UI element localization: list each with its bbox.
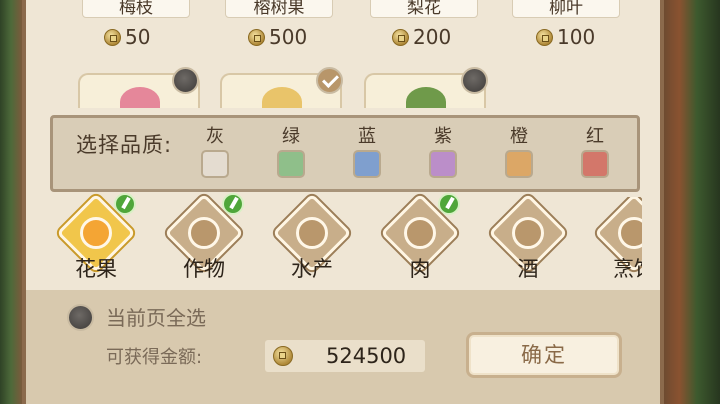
category-label: 作物 xyxy=(183,257,225,281)
price-value: 50 xyxy=(125,25,151,49)
coin-icon xyxy=(248,28,265,46)
item-price: 500 xyxy=(248,25,307,49)
item-select-toggle-checked[interactable] xyxy=(316,67,343,94)
item-price: 200 xyxy=(392,25,451,49)
category-label: 水产 xyxy=(291,257,333,281)
leaf-badge-icon xyxy=(114,193,136,215)
gold-value: 524500 xyxy=(326,344,407,368)
meat-icon xyxy=(404,217,436,249)
category-label: 花果 xyxy=(75,257,117,281)
quality-name: 橙 xyxy=(510,126,528,147)
background-scenery-right xyxy=(662,0,720,404)
select-all-label[interactable]: 当前页全选 xyxy=(106,304,206,332)
category-tab-fruit[interactable]: 花果 xyxy=(50,193,142,287)
confirm-button[interactable]: 确定 xyxy=(466,332,622,378)
item-name-card: 柳叶 xyxy=(512,0,620,18)
quality-grey-checkbox[interactable] xyxy=(201,150,229,178)
item-price: 100 xyxy=(536,25,595,49)
wine-jar-icon xyxy=(512,217,544,249)
category-tab-crops[interactable]: 作物 xyxy=(158,193,250,287)
coin-icon xyxy=(273,346,293,366)
quality-name: 蓝 xyxy=(358,126,376,147)
background-scenery-left xyxy=(0,0,22,404)
category-tab-meat[interactable]: 肉 xyxy=(374,193,466,287)
item-price: 50 xyxy=(104,25,150,49)
category-tab-cooking[interactable]: 烹饪 xyxy=(588,197,642,287)
crab-icon xyxy=(296,217,328,249)
item-name-card: 榕树果 xyxy=(225,0,333,18)
quality-name: 红 xyxy=(586,126,604,147)
quality-blue-checkbox[interactable] xyxy=(353,150,381,178)
quality-name: 紫 xyxy=(434,126,452,147)
coin-icon xyxy=(536,28,553,46)
fruit-icon xyxy=(262,87,302,108)
leaf-badge-icon xyxy=(438,193,460,215)
leaf-badge-icon xyxy=(222,193,244,215)
leaf-icon xyxy=(406,87,446,108)
price-value: 500 xyxy=(269,25,308,49)
quality-green-checkbox[interactable] xyxy=(277,150,305,178)
price-value: 200 xyxy=(413,25,452,49)
item-select-toggle[interactable] xyxy=(461,67,488,94)
category-label: 酒 xyxy=(517,257,539,281)
category-label: 烹饪 xyxy=(613,257,642,281)
gold-label: 可获得金额: xyxy=(106,347,203,368)
select-all-toggle[interactable] xyxy=(67,304,94,331)
item-name-card: 梅枝 xyxy=(82,0,190,18)
quality-orange-checkbox[interactable] xyxy=(505,150,533,178)
category-label: 肉 xyxy=(409,257,431,281)
flower-icon xyxy=(120,87,160,108)
category-tab-seafood[interactable]: 水产 xyxy=(266,193,358,287)
wheat-icon xyxy=(188,217,220,249)
quality-red-checkbox[interactable] xyxy=(581,150,609,178)
category-tab-wine[interactable]: 酒 xyxy=(482,193,574,287)
quality-name: 灰 xyxy=(206,126,224,147)
quality-name: 绿 xyxy=(282,126,300,147)
price-value: 100 xyxy=(557,25,596,49)
quality-label: 选择品质: xyxy=(76,133,173,157)
coin-icon xyxy=(104,28,121,46)
cooking-icon xyxy=(618,217,642,249)
item-select-toggle[interactable] xyxy=(172,67,199,94)
fruit-icon xyxy=(80,217,112,249)
quality-purple-checkbox[interactable] xyxy=(429,150,457,178)
coin-icon xyxy=(392,28,409,46)
item-name-card: 梨花 xyxy=(370,0,478,18)
